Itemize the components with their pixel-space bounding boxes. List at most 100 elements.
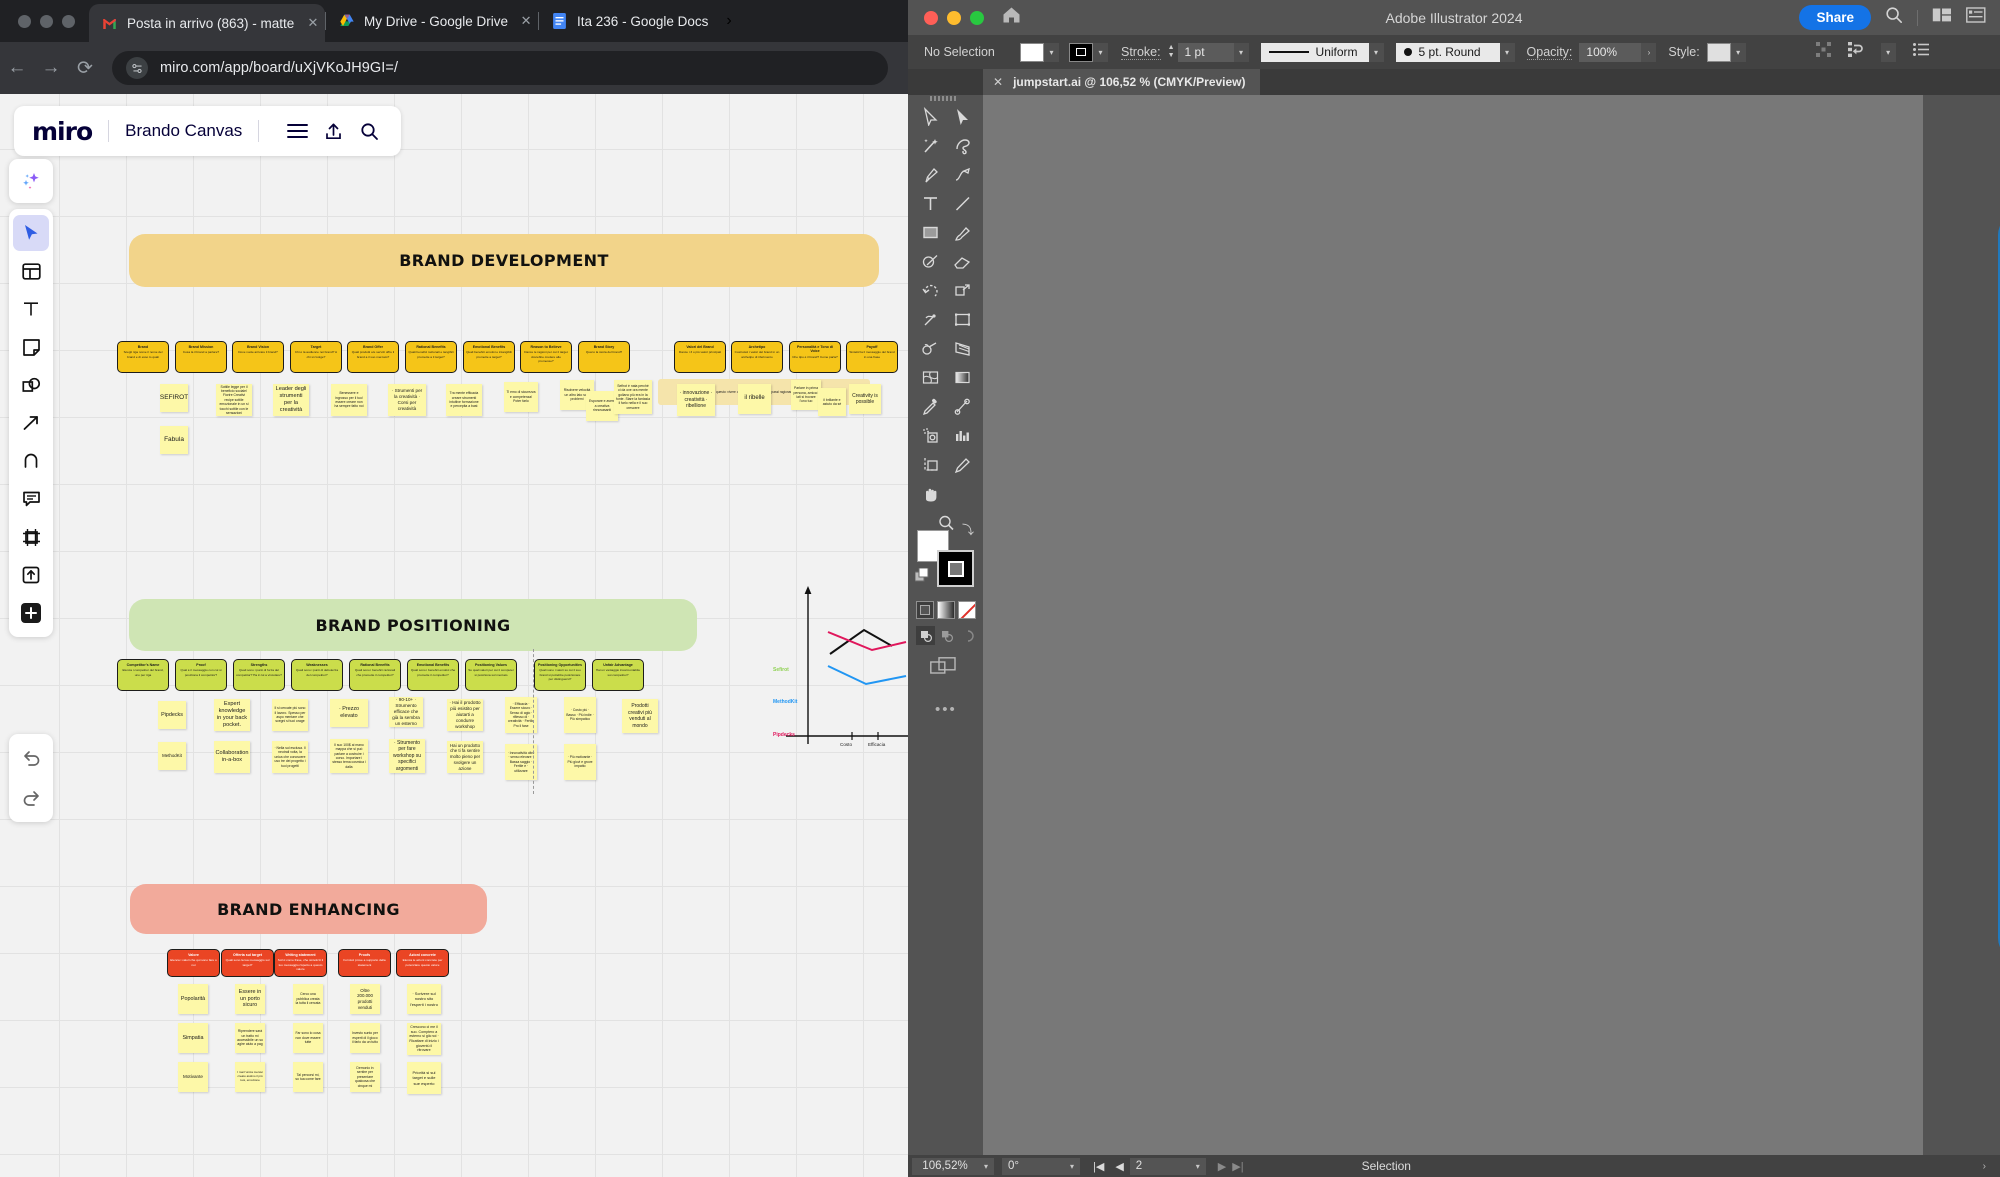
canvas-header-card[interactable]: Proofs Fornisci prove a supporto della st… (338, 949, 391, 977)
sticky-note[interactable]: I mai l'unica meravi creato aiutino il p… (235, 1062, 265, 1092)
sticky-note[interactable]: Crescono ci me il suo. Comptero a estern… (407, 1023, 441, 1055)
transform-icon[interactable] (1847, 42, 1864, 62)
perspective-grid-tool-icon[interactable] (946, 335, 978, 362)
canvas-header-card[interactable]: Brand Scegli riga nome il nome del brand … (117, 341, 169, 373)
back-button[interactable]: ← (0, 57, 34, 79)
sticky-note[interactable]: Leader degli strumenti per la creatività (273, 384, 309, 416)
canvas-header-card[interactable]: Azioni concrete Elenca le azioni concrete… (396, 949, 449, 977)
canvas-header-card[interactable]: Emotional Benefits Quali benefici emotivi… (463, 341, 515, 373)
sticky-note[interactable]: Hai un prodotto che ti fa sentire molto … (447, 741, 483, 773)
forward-button[interactable]: → (34, 57, 68, 79)
canvas-header-card[interactable]: Positioning Opportunities Quali sono i va… (534, 659, 586, 691)
column-graph-tool-icon[interactable] (946, 422, 978, 449)
brush-definition-value[interactable]: 5 pt. Round (1395, 42, 1500, 62)
canvas-header-card[interactable]: Target Chi è la audience noi brand? A chi… (290, 341, 342, 373)
canvas-header-card[interactable]: Payoff Sintetizza il messaggio del brand … (846, 341, 898, 373)
sticky-note[interactable]: Motivante (178, 1062, 208, 1092)
graphic-style-swatch[interactable] (1706, 42, 1731, 62)
rotate-tool-icon[interactable] (914, 277, 946, 304)
type-tool-icon[interactable] (914, 190, 946, 217)
shape-builder-tool-icon[interactable] (914, 335, 946, 362)
menu-icon[interactable] (283, 123, 311, 139)
rectangle-tool-icon[interactable] (914, 219, 946, 246)
curvature-tool-icon[interactable] (946, 161, 978, 188)
close-document-icon[interactable]: ✕ (993, 75, 1003, 89)
sticky-note[interactable]: Essere in un porto sicuro (235, 984, 265, 1014)
canvas-header-card[interactable]: Archetipo Costruisci i valori del brand i… (731, 341, 783, 373)
canvas-header-card[interactable]: Reason to Believe Dance le ragioni per cu… (520, 341, 572, 373)
board-name[interactable]: Brando Canvas (125, 121, 242, 141)
canvas-header-card[interactable]: Unfair Advantage Hai un vantaggio insormo… (592, 659, 644, 691)
sticky-note[interactable]: Oltre 200.000 prodotti venduti (350, 984, 380, 1014)
sticky-note[interactable]: · Strumenti per la creatività · Corsi pe… (388, 384, 426, 416)
canvas-header-card[interactable]: Rational Benefits Quali sono i benefici r… (349, 659, 401, 691)
last-artboard-icon[interactable]: ▶| (1232, 1160, 1243, 1173)
selection-tool-icon[interactable] (914, 103, 946, 130)
sticky-note[interactable]: Priorità si sul target e sulle sue esper… (407, 1062, 441, 1094)
site-settings-icon[interactable] (126, 57, 148, 79)
sticky-note[interactable]: Pipdecks (158, 701, 186, 729)
sticky-note[interactable]: Far sono lo cosa non dove essere tutte (293, 1023, 323, 1053)
stroke-weight-value[interactable]: 1 pt (1177, 42, 1234, 62)
draw-behind-icon[interactable] (937, 626, 956, 645)
stroke-profile-value[interactable]: Uniform (1260, 42, 1369, 62)
default-fill-stroke-icon[interactable] (914, 567, 930, 588)
magic-wand-tool-icon[interactable] (914, 132, 946, 159)
sticky-note[interactable]: Il si cercate più sono il lavoro. Spesso… (272, 699, 308, 731)
reload-button[interactable]: ⟳ (68, 57, 102, 80)
eraser-tool-icon[interactable] (946, 248, 978, 275)
search-icon[interactable] (1885, 6, 1903, 29)
miro-board-canvas[interactable]: BRAND DEVELOPMENT Cerca prima di questo:… (0, 94, 908, 1177)
sticky-note[interactable]: · 90-10+ · Strumento efficace che già la… (389, 697, 423, 727)
band-brand-enhancing[interactable]: BRAND ENHANCING (130, 884, 487, 934)
stroke-weight-dropdown-icon[interactable]: ▾ (1233, 42, 1249, 62)
sticky-note[interactable]: Fabula (160, 426, 188, 454)
comment-icon[interactable] (13, 481, 49, 517)
scale-tool-icon[interactable] (946, 277, 978, 304)
canvas-header-card[interactable]: Brand Offer Quali prodotti o/e servizi of… (347, 341, 399, 373)
next-artboard-icon[interactable]: ▶ (1218, 1160, 1226, 1173)
sticky-note[interactable]: Creativity is possible (849, 384, 881, 414)
color-mode-icon[interactable] (916, 601, 934, 619)
sticky-note[interactable]: · Costo più · Basso · Più indie · Più si… (564, 697, 596, 733)
options-icon[interactable] (1912, 43, 1929, 61)
slice-tool-icon[interactable] (946, 451, 978, 478)
lasso-tool-icon[interactable] (946, 132, 978, 159)
align-icon[interactable] (1815, 42, 1831, 62)
upload-icon[interactable] (13, 557, 49, 593)
canvas-header-card[interactable]: Writing statement Scrivi come frase, che … (274, 949, 327, 977)
band-brand-development[interactable]: BRAND DEVELOPMENT (129, 234, 879, 287)
sticky-note[interactable]: il brillante e astuto da sé (818, 388, 846, 416)
sticky-note[interactable]: il ribelle (738, 384, 771, 414)
more-plus-icon[interactable] (13, 595, 49, 631)
canvas-header-card[interactable]: Valori del Brand Dance i 3 o più valori p… (674, 341, 726, 373)
sticky-note[interactable]: Simpatia (178, 1023, 208, 1053)
close-tab-icon[interactable]: ✕ (305, 15, 321, 31)
sticky-note[interactable]: · Prezzo elevato (330, 699, 368, 727)
maximize-window-button[interactable] (62, 14, 75, 28)
sticky-note[interactable]: · Scrivere sul nostro sito l'esperti i n… (407, 984, 441, 1014)
sticky-note[interactable]: Parlare in prima persona, amica i lati s… (791, 380, 821, 410)
canvas-header-card[interactable]: Brand Mission Cosa la il brand a parlare? (175, 341, 227, 373)
sticky-note[interactable]: SEFIROT (160, 384, 188, 412)
tab-overflow-icon[interactable]: › (726, 12, 731, 30)
mesh-tool-icon[interactable] (914, 364, 946, 391)
opacity-value[interactable]: 100% (1579, 42, 1642, 62)
sticky-note[interactable]: Demonio in sentire per presentare qualco… (350, 1062, 380, 1092)
sticky-note[interactable]: Prodotti creativi più venduti al mondo (622, 699, 658, 733)
sticky-note-icon[interactable] (13, 329, 49, 365)
shapes-icon[interactable] (13, 367, 49, 403)
sticky-note[interactable]: Popolarità (178, 984, 208, 1014)
draw-inside-icon[interactable] (958, 626, 977, 645)
document-tab[interactable]: ✕ jumpstart.ai @ 106,52 % (CMYK/Preview) (983, 69, 1260, 95)
fill-swatch[interactable] (1020, 42, 1044, 62)
line-segment-tool-icon[interactable] (946, 190, 978, 217)
arrange-icon[interactable] (1932, 7, 1952, 28)
cursor-icon[interactable] (13, 215, 49, 251)
draw-normal-icon[interactable] (916, 626, 935, 645)
first-artboard-icon[interactable]: |◀ (1093, 1160, 1104, 1173)
close-window-button[interactable] (18, 14, 31, 28)
sticky-note[interactable]: Sefirot è nata perché ci da ove ora ment… (614, 380, 652, 414)
artboard-tool-icon[interactable] (914, 451, 946, 478)
sticky-note[interactable]: Benessere e ingrosso per il tuo/ essere … (331, 384, 367, 416)
